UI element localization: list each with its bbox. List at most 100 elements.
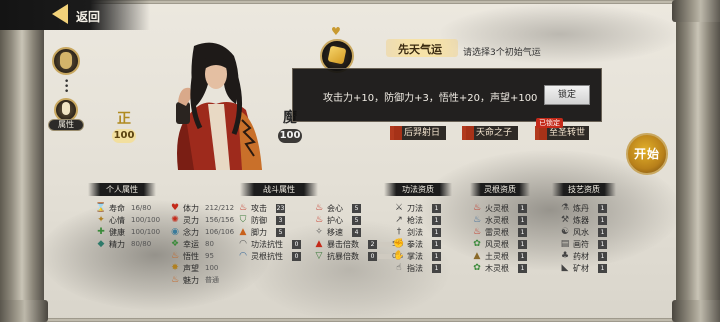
locked-badge: 已锁定	[536, 118, 563, 128]
section-header-arts: 技艺资质	[552, 183, 616, 196]
stat-row: ▲ 脚力 5	[238, 226, 301, 238]
stat-row: ◠ 灵根抗性 0	[238, 250, 301, 262]
stat-row: ⚗ 炼丹 1	[560, 202, 607, 214]
ore-icon: ◣	[561, 263, 569, 273]
golden-mask-icon	[60, 52, 72, 69]
water-root-icon: ♨	[472, 215, 482, 225]
stat-row: ▽ 抗暴倍数 0 0%	[315, 251, 404, 261]
skill-resist-icon: ◠	[239, 239, 247, 249]
insight-icon: ♨	[170, 251, 180, 261]
energy-icon: ◆	[97, 239, 105, 249]
charm-icon: ♨	[170, 275, 180, 285]
back-button-label[interactable]: 返回	[76, 8, 100, 25]
destiny-tag[interactable]: 后羿射日	[390, 126, 446, 140]
stat-row: ◠ 功法抗性 0	[238, 238, 301, 250]
luck-icon: ❖	[170, 239, 180, 249]
finger-icon: ☝	[396, 263, 402, 273]
personal-list: ⌛ 寿命 16/80 ✦ 心情 100/100 ✚ 健康 100/100 ◆ 精力 80/80	[95, 202, 161, 250]
figure-icon	[62, 102, 70, 115]
fame-icon: ✸	[171, 263, 179, 273]
herb-icon: ♣	[560, 251, 570, 261]
righteous-value: 100	[112, 129, 136, 143]
back-bar[interactable]	[0, 0, 150, 30]
resist-mult-gauge	[378, 253, 392, 259]
alchemy-icon: ⚗	[560, 203, 570, 213]
protect-icon: ♨	[314, 215, 324, 225]
stat-row: ❖ 幸运 80	[170, 239, 214, 249]
stat-row: ⌛ 寿命 16/80	[95, 203, 152, 213]
mind-icon: ◉	[171, 227, 179, 237]
stat-row: ✧ 移速 4	[314, 226, 403, 238]
stat-row: ✺ 灵力 156/156	[171, 215, 235, 225]
stat-row: ✿ 木灵根 1	[472, 262, 527, 274]
stat-row: ▲ 土灵根 1	[472, 250, 527, 262]
stat-row: ♨ 攻击 23	[238, 203, 285, 213]
dice-icon[interactable]	[327, 45, 347, 65]
resist-mult-icon: ▽	[315, 251, 323, 261]
hourglass-icon: ⌛	[95, 203, 107, 213]
stat-row: ♨ 会心 5	[314, 202, 403, 214]
spear-icon: ↗	[395, 215, 403, 225]
palm-icon: ✋	[393, 251, 405, 261]
right-pillar	[672, 0, 720, 322]
stat-row: ✋ 掌法 1	[393, 250, 441, 262]
destiny-tag[interactable]: 天命之子	[462, 126, 518, 140]
stat-row: ◉ 念力 106/106	[171, 227, 235, 237]
attribute-tab-label[interactable]: 属性	[48, 119, 84, 131]
stat-row: ⚒ 炼器 1	[560, 214, 607, 226]
wind-root-icon: ✿	[473, 239, 481, 249]
stat-row: ☝ 指法 1	[394, 262, 441, 274]
stat-row: ♨ 水灵根 1	[472, 214, 527, 226]
start-button[interactable]: 开始	[626, 133, 668, 175]
section-header-roots: 灵根资质	[470, 183, 530, 196]
back-arrow-icon[interactable]	[52, 4, 68, 24]
attack-icon: ♨	[238, 203, 248, 213]
stat-row: ✚ 健康 100/100	[97, 227, 161, 237]
stat-row: ⚔ 刀法 1	[394, 202, 441, 214]
stat-row: ♨ 雷灵根 1	[472, 226, 527, 238]
stat-row: ✸ 声望 100	[171, 263, 219, 273]
righteous-glyph: 正	[117, 111, 131, 127]
health-cross-icon: ✚	[97, 227, 105, 237]
wood-root-icon: ✿	[473, 263, 481, 273]
root-resist-icon: ◠	[239, 251, 247, 261]
stat-row: ☯ 风水 1	[560, 226, 607, 238]
demonic-value: 100	[278, 129, 302, 143]
sword-icon: †	[396, 227, 402, 237]
stat-row: ♨ 悟性 95	[170, 251, 214, 261]
heart-mind-icon: ✦	[97, 215, 105, 225]
fengshui-icon: ☯	[560, 227, 570, 237]
talisman-icon: ▤	[560, 239, 570, 249]
speed-icon: ✧	[315, 227, 323, 237]
stat-row: ♥ 体力 212/212	[170, 203, 235, 213]
more-dots-icon: • • •	[64, 77, 70, 97]
stat-row: ♨ 火灵根 1	[472, 202, 527, 214]
heart-marker-icon: ♥	[331, 25, 341, 38]
stat-row: ◆ 精力 80/80	[97, 239, 152, 249]
stat-row: ▤ 画符 1	[560, 238, 607, 250]
forge-icon: ⚒	[560, 215, 570, 225]
lock-button[interactable]: 锁定	[544, 85, 590, 105]
blade-icon: ⚔	[394, 203, 404, 213]
left-pillar	[0, 0, 48, 322]
crit-icon: ♨	[314, 203, 324, 213]
stat-row: ▲ 暴击倍数 2 5%	[315, 239, 404, 249]
spirit-icon: ✺	[171, 215, 179, 225]
tooltip-effect-text: 攻击力+10，防御力+3，悟性+20，声望+100	[323, 93, 538, 104]
fist-icon: ✊	[393, 239, 405, 249]
crit-mult-gauge	[378, 241, 392, 247]
section-header-combat: 战斗属性	[240, 183, 318, 196]
stat-row: ✦ 心情 100/100	[97, 215, 161, 225]
combat-list-b: ♨ 会心 5 ♨ 护心 5 ✧ 移速 4 ▲ 暴击倍数 2 5% ▽ 抗暴倍数 0 0%	[314, 202, 403, 262]
thunder-root-icon: ♨	[472, 227, 482, 237]
stat-row: ↗ 枪法 1	[394, 214, 441, 226]
crit-mult-icon: ▲	[315, 239, 323, 249]
defense-icon: ⛉	[239, 215, 247, 225]
destiny-tag[interactable]: 至圣转世	[535, 126, 589, 140]
stat-row: ✿ 风灵根 1	[472, 238, 527, 250]
roots-list: ♨ 火灵根 1 ♨ 水灵根 1 ♨ 雷灵根 1 ✿ 风灵根 1 ▲ 土灵根 1 ✿ 木灵根 1	[472, 202, 527, 274]
skills-list: ⚔ 刀法 1 ↗ 枪法 1 † 剑法 1 ✊ 拳法 1 ✋ 掌法 1 ☝ 指法 1	[393, 202, 441, 274]
fire-root-icon: ♨	[472, 203, 482, 213]
destiny-hint: 请选择3个初始气运	[463, 48, 541, 58]
destiny-title: 先天气运	[398, 43, 442, 56]
